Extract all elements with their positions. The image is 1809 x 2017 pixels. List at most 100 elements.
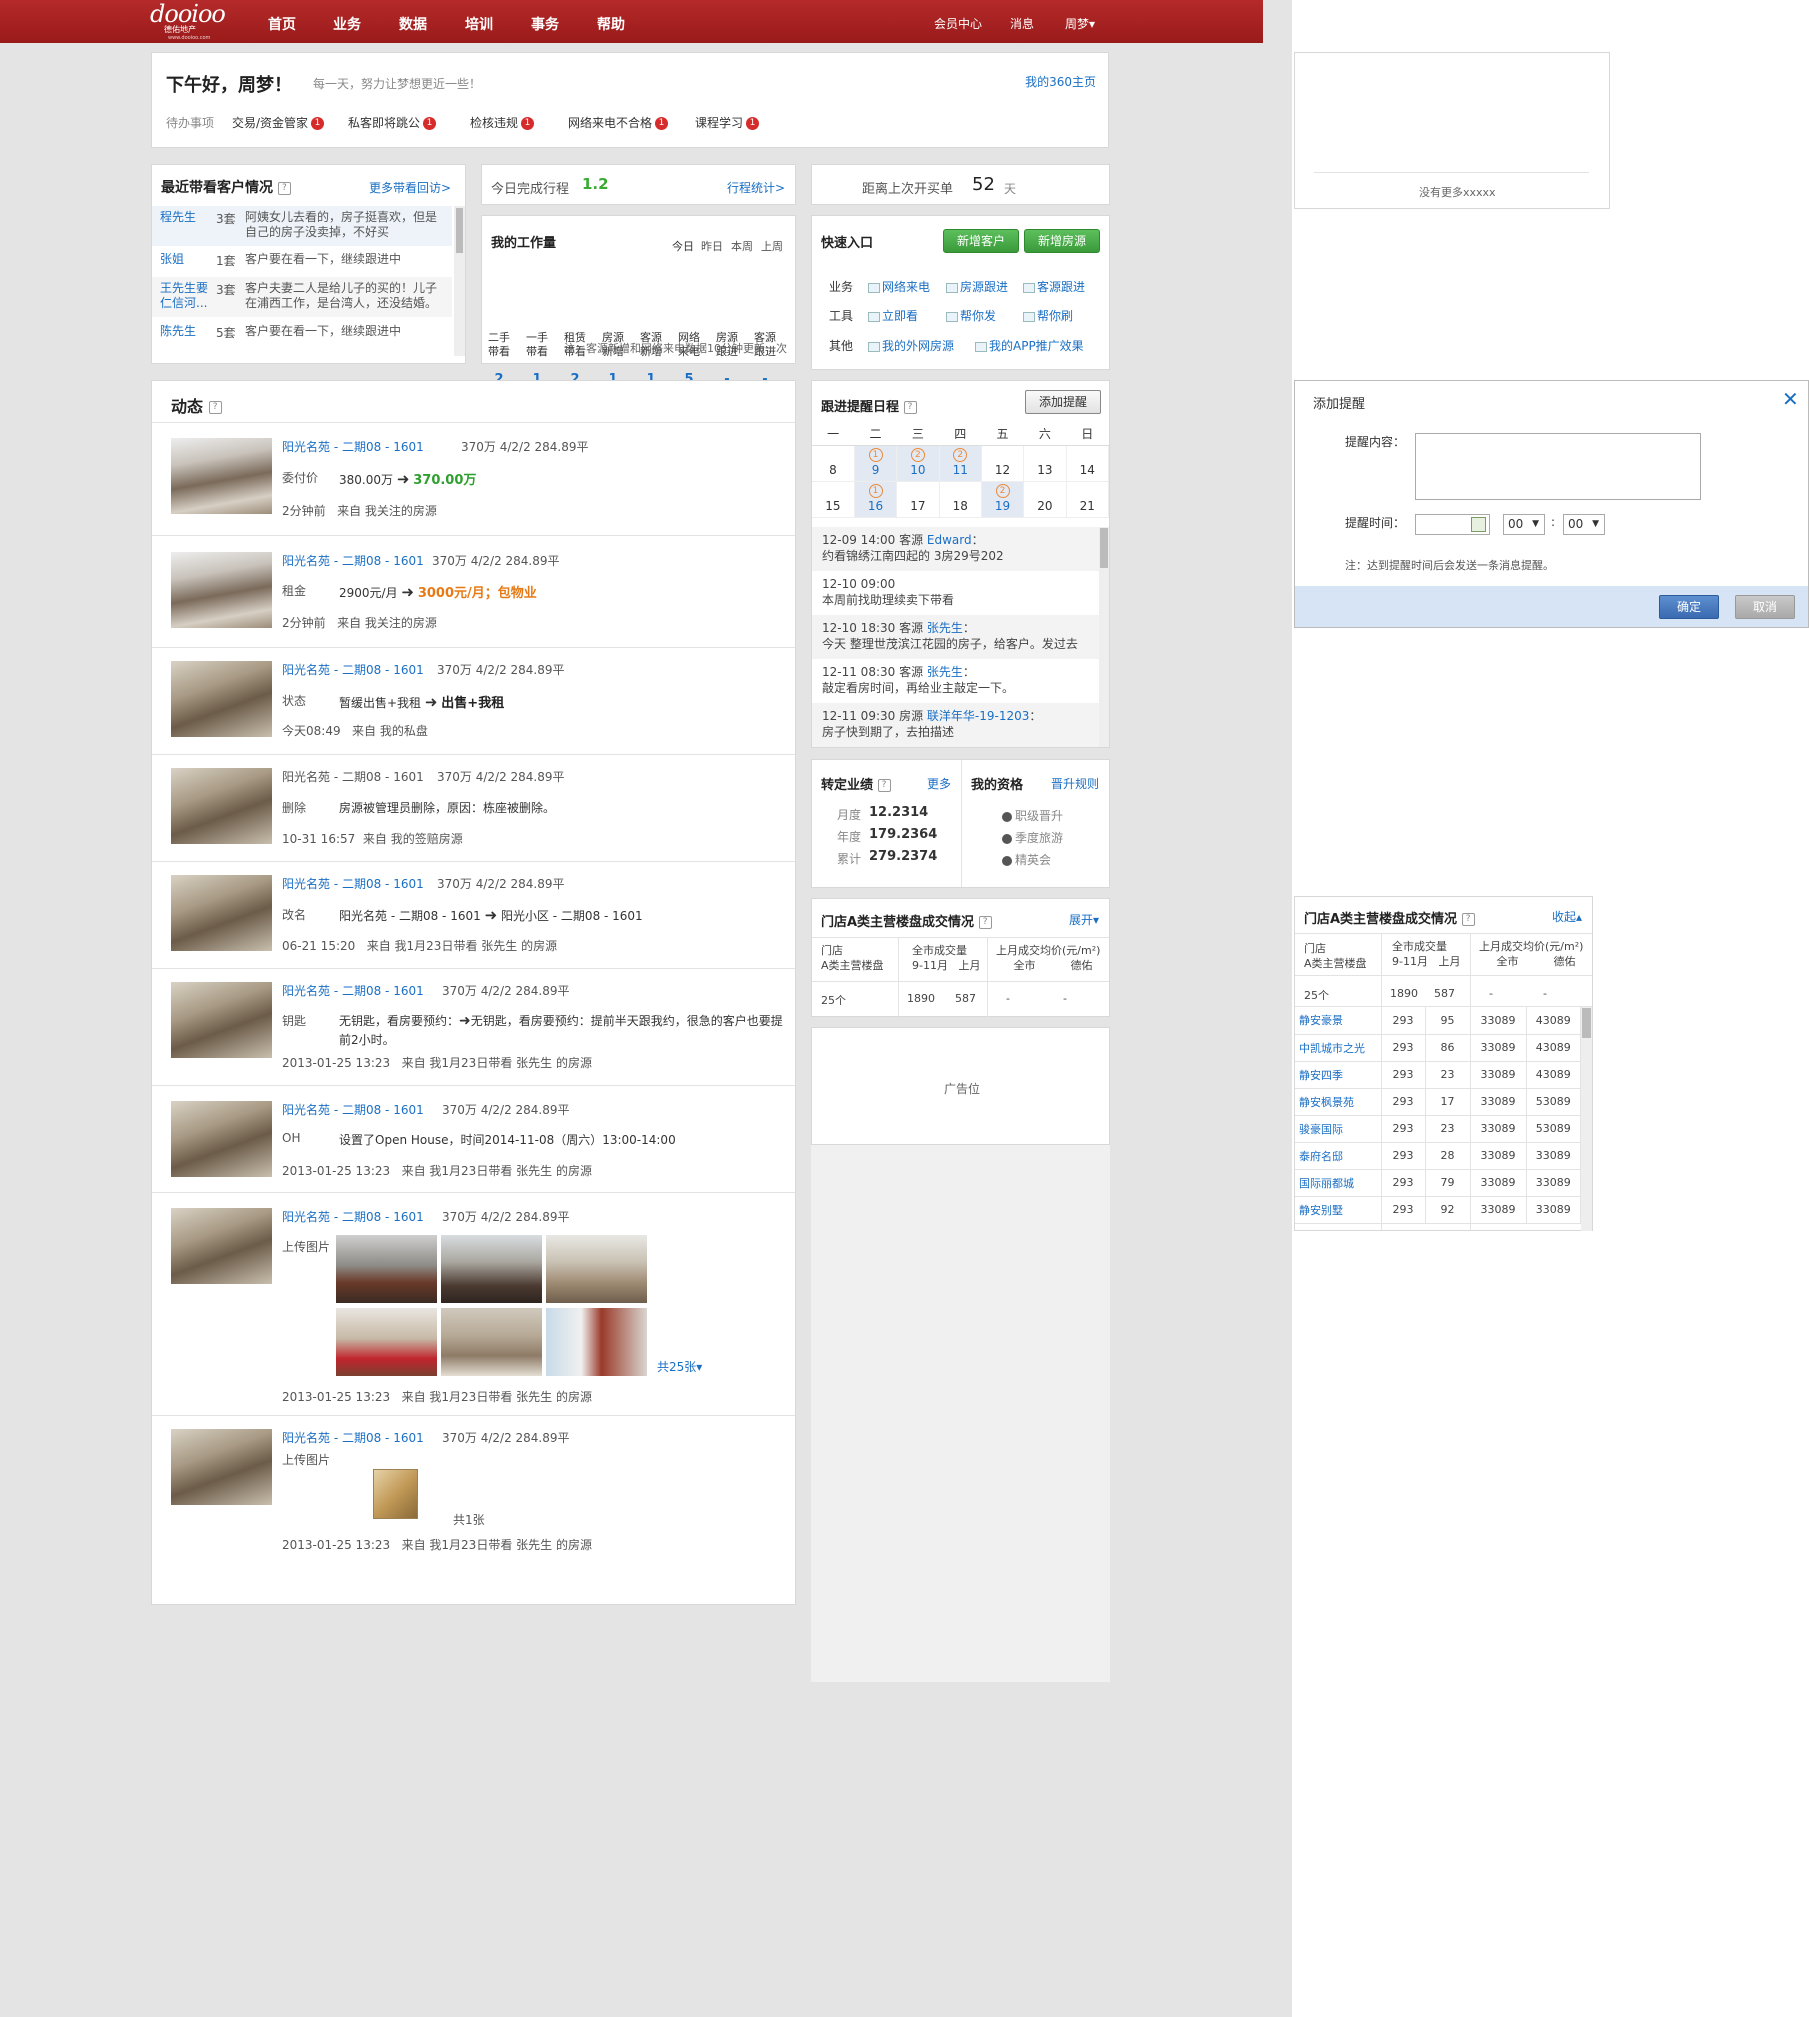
help-icon[interactable]: ? [1461, 913, 1475, 926]
listing-link[interactable]: 阳光名苑 - 二期08 - 1601 [282, 552, 424, 569]
calendar-day[interactable]: 21 [1066, 481, 1110, 518]
reminder-item[interactable]: 12-09 14:00 客源 Edward： 约看锦绣江南四起的 3房29号202 [812, 527, 1101, 571]
reminder-item[interactable]: 12-10 18:30 客源 张先生： 今天 整理世茂滨江花园的房子，给客户。发过… [812, 615, 1101, 659]
quick-link[interactable]: 立即看 [868, 307, 918, 324]
calendar-day[interactable]: 15 [812, 481, 855, 518]
help-icon[interactable]: ? [877, 779, 891, 792]
cancel-button[interactable]: 取消 [1735, 595, 1795, 619]
floorplan-thumbnail[interactable] [373, 1469, 418, 1519]
help-icon[interactable]: ? [277, 181, 291, 195]
scrollbar[interactable] [1581, 1007, 1592, 1231]
uploaded-photo[interactable] [336, 1308, 437, 1376]
quick-link[interactable]: 房源跟进 [946, 278, 1008, 295]
quick-link[interactable]: 帮你刷 [1023, 307, 1073, 324]
list-item[interactable]: 陈先生 5套 客户要在看一下，继续跟进中 [152, 320, 452, 356]
scrollbar-thumb[interactable] [1100, 528, 1108, 568]
calendar-day[interactable]: 19 [854, 445, 898, 482]
todo-item[interactable]: 检核违规 1 [470, 114, 535, 131]
quick-link[interactable]: 帮你发 [946, 307, 996, 324]
expand-toggle[interactable]: 展开▾ [1069, 911, 1099, 928]
nav-data[interactable]: 数据 [399, 14, 427, 34]
tab-today[interactable]: 今日 [672, 238, 694, 254]
perf-more-link[interactable]: 更多 [927, 775, 951, 792]
reminder-item[interactable]: 12-11 08:30 客源 张先生： 敲定看房时间，再给业主敲定一下。 [812, 659, 1101, 703]
nav-affairs[interactable]: 事务 [531, 14, 559, 34]
listing-link[interactable]: 阳光名苑 - 二期08 - 1601 [282, 1101, 424, 1118]
add-reminder-button[interactable]: 添加提醒 [1025, 390, 1101, 414]
listing-photo[interactable] [171, 1101, 272, 1177]
table-row[interactable]: 国际丽都城 293 79 33089 33089 [1295, 1169, 1581, 1197]
more-visits-link[interactable]: 更多带看回访> [369, 179, 451, 196]
user-menu[interactable]: 周梦▾ [1065, 15, 1095, 32]
more-photos-link[interactable]: 共25张▾ [657, 1358, 702, 1375]
calendar-day[interactable]: 17 [896, 481, 940, 518]
table-row[interactable]: 静安别墅 293 92 33089 33089 [1295, 1196, 1581, 1224]
calendar-day[interactable]: 1 16 [854, 481, 898, 518]
listing-photo[interactable] [171, 768, 272, 844]
nav-home[interactable]: 首页 [268, 14, 296, 34]
todo-item[interactable]: 交易/资金管家 1 [232, 114, 325, 131]
uploaded-photo[interactable] [336, 1235, 437, 1303]
todo-item[interactable]: 课程学习 1 [695, 114, 760, 131]
listing-photo[interactable] [171, 661, 272, 737]
reminder-item[interactable]: 12-10 09:00 本周前找助理续卖下带看 [812, 571, 1101, 615]
help-icon[interactable]: ? [978, 916, 992, 929]
table-row[interactable]: 骏豪国际 293 23 33089 53089 [1295, 1115, 1581, 1143]
calendar-day[interactable]: 2 10 [896, 445, 940, 482]
list-item[interactable]: 程先生 3套 阿姨女儿去看的，房子挺喜欢，但是自己的房子没卖掉，不好买 [152, 206, 452, 246]
listing-photo[interactable] [171, 552, 272, 628]
reminder-item[interactable]: 12-11 09:30 房源 联洋年华-19-1203： 房子快到期了，去拍描述 [812, 703, 1101, 747]
table-row[interactable]: 静安枫景苑 293 17 33089 53089 [1295, 1088, 1581, 1116]
uploaded-photo[interactable] [546, 1308, 647, 1376]
uploaded-photo[interactable] [441, 1235, 542, 1303]
confirm-button[interactable]: 确定 [1659, 595, 1719, 619]
listing-link[interactable]: 阳光名苑 - 二期08 - 1601 [282, 438, 424, 455]
quick-link[interactable]: 网络来电 [868, 278, 930, 295]
list-item[interactable]: 张姐 1套 客户要在看一下，继续跟进中 [152, 248, 452, 276]
uploaded-photo[interactable] [546, 1235, 647, 1303]
scrollbar[interactable] [454, 206, 465, 356]
nav-help[interactable]: 帮助 [597, 14, 625, 34]
calendar-icon[interactable] [1471, 517, 1486, 532]
help-icon[interactable]: ? [208, 401, 222, 414]
scrollbar-thumb[interactable] [456, 208, 463, 253]
trip-stats-link[interactable]: 行程统计> [727, 179, 785, 196]
calendar-day[interactable]: 20 [1023, 481, 1067, 518]
calendar-day[interactable]: 2 19 [981, 481, 1025, 518]
logo[interactable]: dooioo 德佑地产 www.dooioo.com [150, 2, 230, 41]
todo-item[interactable]: 私客即将跳公 1 [348, 114, 437, 131]
calendar-day[interactable]: 8 [812, 445, 855, 482]
close-icon[interactable]: ✕ [1782, 387, 1799, 411]
quick-link[interactable]: 客源跟进 [1023, 278, 1085, 295]
nav-training[interactable]: 培训 [465, 14, 493, 34]
table-row[interactable]: 中凯城市之光 293 86 33089 43089 [1295, 1034, 1581, 1062]
help-icon[interactable]: ? [903, 401, 917, 414]
table-row[interactable]: 静安豪景 293 95 33089 43089 [1295, 1007, 1581, 1035]
listing-photo[interactable] [171, 875, 272, 951]
my-360-link[interactable]: 我的360主页 [1025, 73, 1096, 90]
promotion-rules-link[interactable]: 晋升规则 [1051, 775, 1099, 792]
listing-link[interactable]: 阳光名苑 - 二期08 - 1601 [282, 1208, 424, 1225]
listing-link[interactable]: 阳光名苑 - 二期08 - 1601 [282, 982, 424, 999]
scrollbar[interactable] [1099, 527, 1109, 747]
calendar-day[interactable]: 18 [939, 481, 982, 518]
member-center-link[interactable]: 会员中心 [934, 15, 982, 32]
listing-photo[interactable] [171, 982, 272, 1058]
calendar-day[interactable]: 12 [981, 445, 1025, 482]
add-listing-button[interactable]: 新增房源 [1024, 229, 1100, 253]
date-input[interactable] [1415, 514, 1490, 535]
collapse-toggle[interactable]: 收起▴ [1552, 908, 1582, 925]
listing-photo[interactable] [171, 438, 272, 514]
list-item[interactable]: 王先生要仁信河... 3套 客户夫妻二人是给儿子的买的！儿子在浦西工作，是台湾人，还… [152, 277, 452, 317]
uploaded-photo[interactable] [441, 1308, 542, 1376]
tab-this-week[interactable]: 本周 [731, 238, 753, 254]
table-row[interactable]: 静安四季 293 23 33089 43089 [1295, 1061, 1581, 1089]
minute-select[interactable]: 00 ▼ [1563, 514, 1605, 535]
scrollbar-thumb[interactable] [1582, 1008, 1591, 1038]
listing-link[interactable]: 阳光名苑 - 二期08 - 1601 [282, 1429, 424, 1446]
tab-last-week[interactable]: 上周 [761, 238, 783, 254]
quick-link[interactable]: 我的APP推广效果 [975, 337, 1084, 354]
quick-link[interactable]: 我的外网房源 [868, 337, 954, 354]
listing-link[interactable]: 阳光名苑 - 二期08 - 1601 [282, 875, 424, 892]
reminder-content-input[interactable] [1415, 433, 1701, 500]
